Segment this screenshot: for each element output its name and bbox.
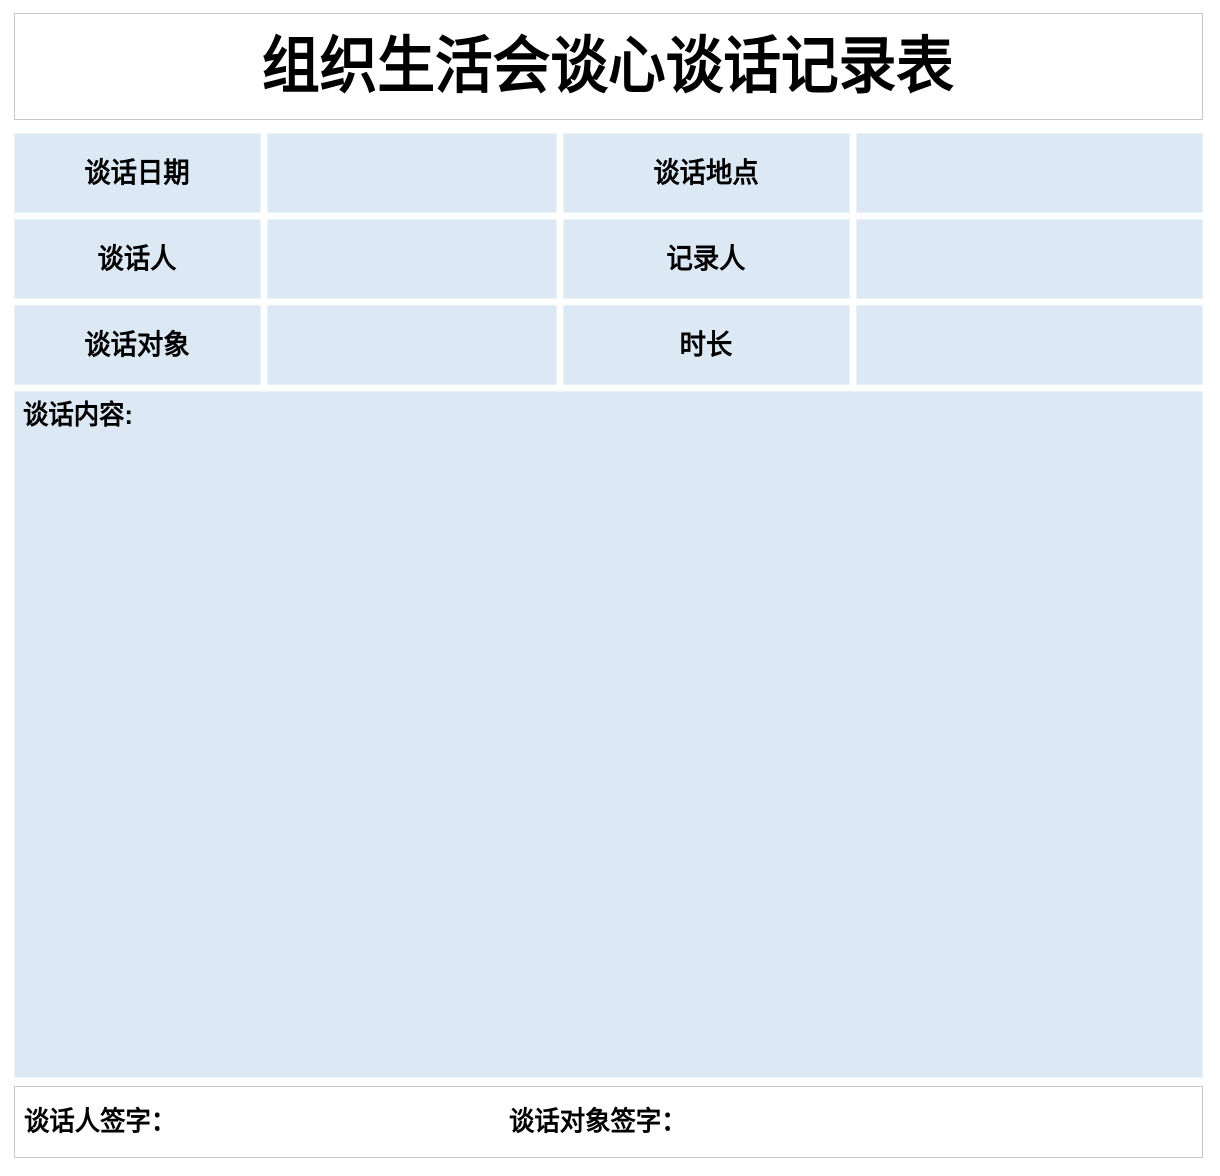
- interviewee-signature-label[interactable]: 谈话对象签字：: [509, 1108, 687, 1136]
- label-cell-duration: 时长: [563, 305, 850, 385]
- label-cell-interviewee: 谈话对象: [14, 305, 261, 385]
- cell-label-text: 谈话人: [98, 243, 177, 274]
- cell-label-text: 时长: [680, 329, 733, 360]
- interviewer-signature-label[interactable]: 谈话人签字：: [24, 1108, 176, 1136]
- table-row: 谈话对象 时长: [14, 305, 1203, 385]
- value-cell-recorder[interactable]: [856, 219, 1203, 299]
- signature-row: 谈话人签字： 谈话对象签字：: [14, 1086, 1203, 1158]
- cell-label-text: 谈话对象: [84, 329, 191, 360]
- label-cell-interview-date: 谈话日期: [14, 133, 261, 213]
- interview-content-label: 谈话内容:: [23, 400, 133, 430]
- value-cell-interview-location[interactable]: [856, 133, 1203, 213]
- label-cell-interview-location: 谈话地点: [563, 133, 850, 213]
- table-row: 谈话人 记录人: [14, 219, 1203, 299]
- page-title: 组织生活会谈心谈话记录表: [262, 31, 955, 101]
- value-cell-duration[interactable]: [856, 305, 1203, 385]
- value-cell-interviewee[interactable]: [267, 305, 557, 385]
- value-cell-interview-date[interactable]: [267, 133, 557, 213]
- title-box: 组织生活会谈心谈话记录表: [14, 13, 1203, 120]
- label-cell-interviewer: 谈话人: [14, 219, 261, 299]
- label-cell-recorder: 记录人: [563, 219, 850, 299]
- value-cell-interviewer[interactable]: [267, 219, 557, 299]
- cell-label-text: 谈话日期: [84, 157, 191, 188]
- record-form-sheet: 组织生活会谈心谈话记录表 谈话日期 谈话地点 谈话人 记录人 谈话对象 时长 谈…: [0, 0, 1220, 1176]
- cell-label-text: 记录人: [667, 243, 746, 274]
- table-row: 谈话日期 谈话地点: [14, 133, 1203, 213]
- info-grid: 谈话日期 谈话地点 谈话人 记录人 谈话对象 时长: [14, 133, 1203, 385]
- cell-label-text: 谈话地点: [653, 157, 760, 188]
- interview-content-area[interactable]: 谈话内容:: [14, 391, 1203, 1078]
